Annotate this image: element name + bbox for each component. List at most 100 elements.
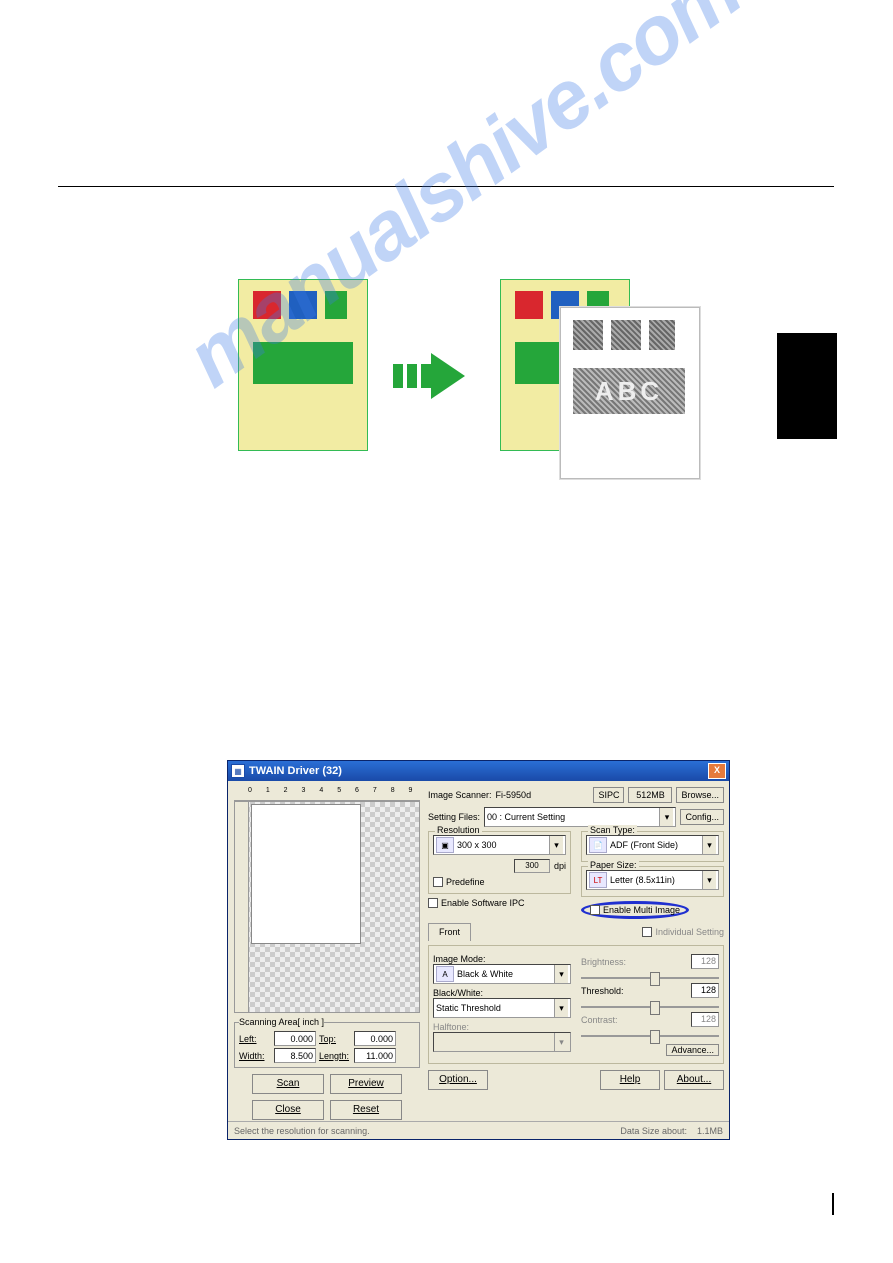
source-doc bbox=[238, 279, 368, 451]
page-thumb-tab bbox=[777, 333, 837, 439]
close-button[interactable]: Close bbox=[252, 1100, 324, 1120]
datasize-value: 1.1MB bbox=[697, 1126, 723, 1136]
setting-files-value: 00 : Current Setting bbox=[487, 812, 565, 822]
chevron-down-icon: ▾ bbox=[702, 871, 716, 889]
checkbox-icon bbox=[642, 927, 652, 937]
right-pane: Image Scanner: Fi-5950d SIPC 512MB Brows… bbox=[428, 787, 724, 1094]
browse-button[interactable]: Browse... bbox=[676, 787, 724, 803]
halftone-combo: ▾ bbox=[433, 1032, 571, 1052]
predefine-check[interactable]: Predefine bbox=[433, 877, 566, 887]
top-label: Top: bbox=[319, 1034, 351, 1044]
multi-image-highlight: Enable Multi Image bbox=[581, 901, 689, 919]
setting-files-combo[interactable]: 00 : Current Setting ▾ bbox=[484, 807, 676, 827]
enable-sipc-check[interactable]: Enable Software IPC bbox=[428, 898, 571, 908]
app-icon: ▦ bbox=[231, 764, 245, 778]
sipc-button[interactable]: SIPC bbox=[593, 787, 624, 803]
contrast-label: Contrast: bbox=[581, 1015, 618, 1025]
halftone-label: Halftone: bbox=[433, 1022, 571, 1032]
setting-files-label: Setting Files: bbox=[428, 812, 480, 822]
scanner-value: Fi-5950d bbox=[496, 790, 590, 800]
green-square-icon bbox=[325, 291, 347, 319]
papersize-label: Paper Size: bbox=[588, 860, 639, 870]
datasize-label: Data Size about: bbox=[620, 1126, 687, 1136]
window-title: TWAIN Driver (32) bbox=[249, 765, 708, 777]
bw-square-icon bbox=[611, 320, 641, 350]
resolution-combo[interactable]: ▣ 300 x 300 ▾ bbox=[433, 835, 566, 855]
width-input[interactable] bbox=[274, 1048, 316, 1063]
status-bar: Select the resolution for scanning. Data… bbox=[228, 1121, 729, 1139]
contrast-slider bbox=[581, 1033, 719, 1039]
threshold-value[interactable]: 128 bbox=[691, 983, 719, 998]
threshold-label: Threshold: bbox=[581, 986, 624, 996]
scantype-value: ADF (Front Side) bbox=[610, 840, 678, 850]
left-input[interactable] bbox=[274, 1031, 316, 1046]
scantype-group: Scan Type: 📄 ADF (Front Side) ▾ bbox=[581, 831, 724, 862]
blue-square-icon bbox=[289, 291, 317, 319]
imagemode-value: Black & White bbox=[457, 969, 513, 979]
illustration: ABC bbox=[238, 279, 698, 499]
arrow-icon bbox=[393, 353, 473, 399]
titlebar[interactable]: ▦ TWAIN Driver (32) X bbox=[228, 761, 729, 781]
individual-setting-check: Individual Setting bbox=[642, 927, 724, 937]
close-icon[interactable]: X bbox=[708, 763, 726, 779]
enable-multi-image-check[interactable]: Enable Multi Image bbox=[590, 905, 680, 915]
status-text: Select the resolution for scanning. bbox=[234, 1126, 370, 1136]
papersize-value: Letter (8.5x11in) bbox=[610, 875, 675, 885]
chevron-down-icon: ▾ bbox=[659, 808, 673, 826]
chevron-down-icon: ▾ bbox=[702, 836, 716, 854]
advance-button[interactable]: Advance... bbox=[666, 1044, 719, 1056]
brightness-slider bbox=[581, 975, 719, 981]
preview-area[interactable] bbox=[234, 801, 420, 1013]
chevron-down-icon: ▾ bbox=[554, 999, 568, 1017]
length-label: Length: bbox=[319, 1051, 351, 1061]
dpi-box[interactable]: 300 bbox=[514, 859, 550, 873]
bw-label: Black/White: bbox=[433, 988, 571, 998]
front-tab[interactable]: Front bbox=[428, 923, 471, 941]
about-button[interactable]: About... bbox=[664, 1070, 724, 1090]
checkbox-icon bbox=[590, 905, 600, 915]
scan-button[interactable]: Scan bbox=[252, 1074, 324, 1094]
page-top-rule bbox=[58, 186, 834, 187]
preview-page bbox=[251, 804, 361, 944]
red-square-icon bbox=[515, 291, 543, 319]
config-button[interactable]: Config... bbox=[680, 809, 724, 825]
bw-value: Static Threshold bbox=[436, 1003, 501, 1013]
width-label: Width: bbox=[239, 1051, 271, 1061]
chevron-down-icon: ▾ bbox=[549, 836, 563, 854]
dpi-label: dpi bbox=[554, 861, 566, 871]
resolution-icon: ▣ bbox=[436, 837, 454, 853]
green-rect-icon bbox=[253, 342, 353, 384]
bw-square-icon bbox=[573, 320, 603, 350]
bw-combo[interactable]: Static Threshold ▾ bbox=[433, 998, 571, 1018]
scantype-combo[interactable]: 📄 ADF (Front Side) ▾ bbox=[586, 835, 719, 855]
top-input[interactable] bbox=[354, 1031, 396, 1046]
enable-sipc-label: Enable Software IPC bbox=[441, 898, 525, 908]
chevron-down-icon: ▾ bbox=[554, 1033, 568, 1051]
length-input[interactable] bbox=[354, 1048, 396, 1063]
checkbox-icon bbox=[433, 877, 443, 887]
scanner-label: Image Scanner: bbox=[428, 790, 492, 800]
imagemode-combo[interactable]: A Black & White ▾ bbox=[433, 964, 571, 984]
papersize-combo[interactable]: LT Letter (8.5x11in) ▾ bbox=[586, 870, 719, 890]
preview-button[interactable]: Preview bbox=[330, 1074, 402, 1094]
brightness-value: 128 bbox=[691, 954, 719, 969]
help-button[interactable]: Help bbox=[600, 1070, 660, 1090]
scantype-label: Scan Type: bbox=[588, 825, 637, 835]
red-square-icon bbox=[253, 291, 281, 319]
resolution-label: Resolution bbox=[435, 825, 482, 835]
bw-square-icon bbox=[649, 320, 675, 350]
ruler-vertical bbox=[235, 802, 249, 1012]
threshold-slider[interactable] bbox=[581, 1004, 719, 1010]
brightness-label: Brightness: bbox=[581, 957, 626, 967]
resolution-group: Resolution ▣ 300 x 300 ▾ 300 dpi Pre bbox=[428, 831, 571, 894]
checkbox-icon bbox=[428, 898, 438, 908]
ruler-horizontal: 0 1 2 3 4 5 6 7 8 9 10 11 bbox=[234, 787, 420, 801]
option-button[interactable]: Option... bbox=[428, 1070, 488, 1090]
chevron-down-icon: ▾ bbox=[554, 965, 568, 983]
scanning-area-group: Scanning Area[ inch ] Left: Top: Width: … bbox=[234, 1017, 420, 1068]
contrast-value: 128 bbox=[691, 1012, 719, 1027]
reset-button[interactable]: Reset bbox=[330, 1100, 402, 1120]
bw-band: ABC bbox=[573, 368, 685, 414]
scanning-area-legend: Scanning Area[ inch ] bbox=[239, 1017, 324, 1027]
imagemode-icon: A bbox=[436, 966, 454, 982]
